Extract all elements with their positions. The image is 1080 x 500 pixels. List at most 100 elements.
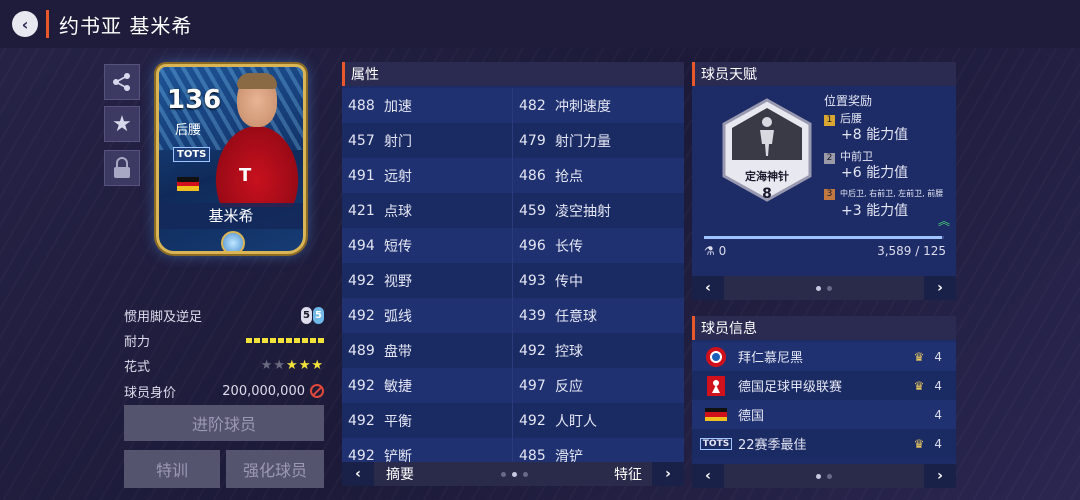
player-info-row[interactable]: TOTS 22赛季最佳 ♛ 4 — [692, 429, 956, 458]
info-page-dots — [816, 473, 832, 479]
stamina-segment — [302, 337, 308, 343]
player-info-name: 德国 — [738, 409, 765, 424]
attribute-cell: 497 反应 — [513, 368, 684, 403]
card-player-name: 基米希 — [159, 203, 303, 229]
card-emblem-icon — [221, 231, 245, 251]
attribute-value: 491 — [348, 167, 375, 184]
attribute-name: 短传 — [384, 238, 412, 255]
tots-badge: TOTS — [173, 147, 211, 162]
attribute-value: 479 — [519, 132, 546, 149]
talent-next-button[interactable]: › — [924, 276, 956, 300]
crown-icon: ♛ — [913, 436, 925, 451]
attribute-row: 494 短传 496 长传 — [342, 228, 684, 263]
attribute-name: 平衡 — [384, 413, 412, 430]
attribute-name: 盘带 — [384, 343, 412, 360]
foot-row: 惯用脚及逆足 5 5 — [124, 304, 324, 326]
talent-progress-bar — [704, 236, 944, 239]
attributes-grid: 488 加速 482 冲刺速度 457 射门 479 射门力量 491 远射 486 抢点 421 点球 4… — [342, 88, 684, 473]
germany-flag-icon — [177, 177, 199, 191]
lock-button[interactable] — [104, 150, 140, 186]
player-info-row[interactable]: 德国足球甲级联赛 ♛ 4 — [692, 371, 956, 400]
attribute-cell: 489 盘带 — [342, 333, 513, 368]
attribute-cell: 492 人盯人 — [513, 403, 684, 438]
special-training-button[interactable]: 特训 — [124, 450, 220, 488]
info-prev-button[interactable]: ‹ — [692, 464, 724, 488]
back-icon[interactable]: ‹ — [12, 11, 38, 37]
attribute-cell: 492 敏捷 — [342, 368, 513, 403]
attribute-name: 长传 — [555, 238, 583, 255]
attribute-value: 497 — [519, 377, 546, 394]
chemistry-level: 4 — [934, 436, 942, 451]
attribute-row: 489 盘带 492 控球 — [342, 333, 684, 368]
attribute-name: 点球 — [384, 203, 412, 220]
attribute-name: 传中 — [555, 273, 583, 290]
card-rating: 136 — [167, 85, 222, 115]
stamina-segment — [294, 337, 300, 343]
attribute-cell: 459 凌空抽射 — [513, 193, 684, 228]
talent-prev-button[interactable]: ‹ — [692, 276, 724, 300]
attribute-cell: 492 弧线 — [342, 298, 513, 333]
attribute-value: 492 — [348, 307, 375, 324]
attribute-name: 凌空抽射 — [555, 203, 611, 220]
attribute-value: 493 — [519, 272, 546, 289]
bonus-rank-badge: 1 — [824, 115, 835, 126]
attribute-row: 492 视野 493 传中 — [342, 263, 684, 298]
stamina-segment — [278, 337, 284, 343]
attribute-cell: 488 加速 — [342, 88, 513, 123]
page-title: 约书亚 基米希 — [59, 13, 193, 38]
next-page-button[interactable]: › — [652, 462, 684, 486]
talent-header: 球员天赋 — [692, 62, 956, 86]
skill-star-icon: ★ — [273, 357, 287, 373]
attribute-name: 敏捷 — [384, 378, 412, 395]
stamina-row: 耐力 — [124, 329, 324, 351]
crown-icon: ♛ — [913, 378, 925, 393]
attribute-name: 任意球 — [555, 308, 597, 325]
enhance-player-button[interactable]: 强化球员 — [226, 450, 324, 488]
player-info-name: 拜仁慕尼黑 — [738, 351, 804, 366]
info-footer: ‹ › — [692, 464, 956, 488]
attribute-row: 492 弧线 439 任意球 — [342, 298, 684, 333]
share-button[interactable] — [104, 64, 140, 100]
talent-footer: ‹ › — [692, 276, 956, 300]
stamina-bar — [246, 337, 324, 343]
attribute-cell: 492 视野 — [342, 263, 513, 298]
bonus-value: +8 能力值 — [841, 127, 909, 143]
player-info-panel: 球员信息 拜仁慕尼黑 ♛ 4 德国足球甲级联赛 ♛ 4 德国 4 TOTS 22赛季最佳 ♛ 4 ‹ … — [692, 316, 956, 488]
attribute-name: 冲刺速度 — [555, 98, 611, 115]
header-accent-bar — [46, 10, 49, 38]
attribute-value: 421 — [348, 202, 375, 219]
favorite-button[interactable]: ★ — [104, 106, 140, 142]
talent-name: 定海神针 — [745, 170, 789, 183]
info-next-button[interactable]: › — [924, 464, 956, 488]
talent-badge[interactable]: 定海神针 8 — [722, 98, 812, 202]
player-info-row[interactable]: 德国 4 — [692, 400, 956, 429]
skill-star-icon: ★ — [298, 357, 312, 373]
summary-tab[interactable]: 摘要 — [386, 464, 414, 484]
talent-progress-count: 0 — [718, 244, 727, 258]
attribute-value: 492 — [348, 412, 375, 429]
share-icon — [113, 73, 130, 91]
attributes-page-dots — [500, 471, 528, 477]
chemistry-level: 4 — [934, 407, 942, 422]
talent-page-dots — [816, 285, 832, 291]
attribute-name: 抢点 — [555, 168, 583, 185]
skill-row: 花式 ★★★★★ — [124, 354, 324, 376]
attribute-value: 492 — [519, 412, 546, 429]
jersey-logo: T — [239, 165, 252, 186]
attribute-name: 射门 — [384, 133, 412, 150]
attribute-value: 492 — [519, 342, 546, 359]
attribute-cell: 492 平衡 — [342, 403, 513, 438]
bayern-icon — [704, 346, 728, 368]
skill-star-icon: ★ — [260, 357, 274, 373]
player-hair — [237, 73, 277, 89]
advance-player-button[interactable]: 进阶球员 — [124, 405, 324, 441]
attribute-name: 控球 — [555, 343, 583, 360]
attribute-row: 421 点球 459 凌空抽射 — [342, 193, 684, 228]
stamina-segment — [262, 337, 268, 343]
attribute-value: 482 — [519, 97, 546, 114]
traits-tab[interactable]: 特征 — [614, 464, 642, 484]
player-info-row[interactable]: 拜仁慕尼黑 ♛ 4 — [692, 342, 956, 371]
attribute-row: 491 远射 486 抢点 — [342, 158, 684, 193]
prev-page-button[interactable]: ‹ — [342, 462, 374, 486]
player-card[interactable]: T 136 后腰 TOTS 基米希 — [142, 62, 314, 258]
